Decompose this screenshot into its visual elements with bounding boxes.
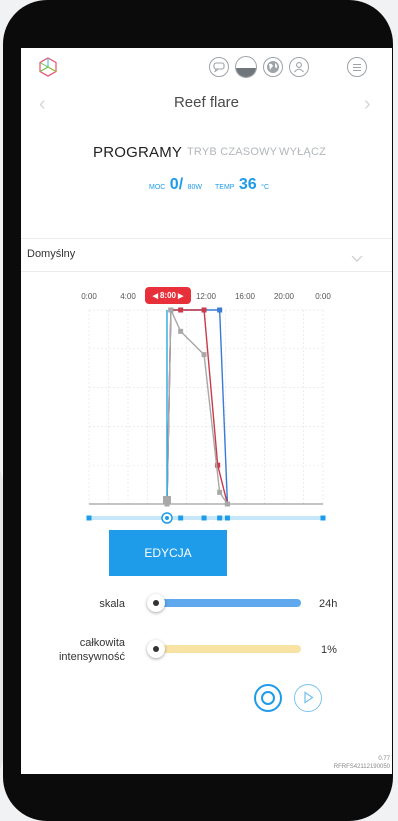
globe-icon[interactable] (263, 57, 283, 77)
user-icon[interactable] (289, 57, 309, 77)
timeline-handle (217, 515, 223, 521)
timeline-handle (224, 515, 230, 521)
intensity-slider-fill (155, 645, 301, 653)
chevron-down-icon (351, 250, 363, 262)
tab-tryb-czasowy[interactable]: TRYB CZASOWY (187, 146, 277, 158)
temp-label: TEMP (215, 184, 235, 191)
schedule-chart[interactable] (21, 298, 392, 528)
timeline-handle (201, 515, 207, 521)
series-point (201, 352, 207, 358)
version-label: 0.77 (378, 756, 390, 762)
power-readout: MOC 0/ 80W (149, 176, 202, 194)
series-point (168, 307, 174, 313)
timeline-handle (178, 515, 184, 521)
chat-icon[interactable] (209, 57, 229, 77)
scale-value: 24h (319, 598, 338, 610)
intensity-label: całkowita intensywność (58, 637, 125, 663)
page-title: Reef flare (173, 94, 240, 111)
power-value: 0/ (169, 176, 184, 193)
menu-icon[interactable] (347, 57, 367, 77)
timeline-current-handle-dot (165, 516, 169, 520)
series-point (224, 501, 230, 507)
serial-label: RFRFS42112190050 (333, 764, 390, 770)
power-unit: 80W (187, 184, 202, 191)
edit-button[interactable]: EDYCJA (109, 530, 227, 576)
stop-button[interactable] (254, 684, 282, 712)
record-icon (261, 691, 275, 705)
program-select[interactable]: Domyślny (21, 238, 392, 272)
play-button[interactable] (294, 684, 322, 712)
scale-slider-fill (155, 599, 301, 607)
next-device-icon[interactable]: › (364, 93, 371, 116)
series-line (166, 309, 229, 505)
tab-programy[interactable]: PROGRAMY (93, 144, 182, 161)
timeline-handle (320, 515, 326, 521)
temp-unit: °C (261, 184, 270, 191)
phone-frame: ‹ Reef flare › PROGRAMY TRYB CZASOWY WYŁ… (3, 0, 393, 821)
series-point (163, 496, 171, 504)
app-screen: ‹ Reef flare › PROGRAMY TRYB CZASOWY WYŁ… (21, 48, 392, 774)
program-select-value: Domyślny (27, 248, 76, 260)
tab-wylacz[interactable]: WYŁĄCZ (279, 146, 326, 158)
series-point (217, 307, 223, 313)
series-point (217, 489, 223, 495)
series-point (178, 307, 184, 313)
temp-readout: TEMP 36 °C (215, 176, 269, 194)
series-point (201, 307, 207, 313)
timeline-handle (86, 515, 92, 521)
series-point (178, 328, 184, 334)
scale-slider-knob[interactable] (147, 594, 165, 612)
series-line (166, 309, 229, 505)
intensity-slider-track[interactable] (155, 645, 301, 653)
intensity-slider-knob[interactable] (147, 640, 165, 658)
intensity-value: 1% (321, 644, 337, 656)
cube-logo-icon[interactable] (37, 56, 59, 78)
series-line (166, 309, 229, 505)
power-label: MOC (149, 184, 166, 191)
moon-icon[interactable] (235, 56, 257, 78)
temp-value: 36 (238, 176, 257, 193)
scale-label: skala (99, 598, 125, 610)
play-icon (304, 691, 314, 704)
scale-slider-track[interactable] (155, 599, 301, 607)
